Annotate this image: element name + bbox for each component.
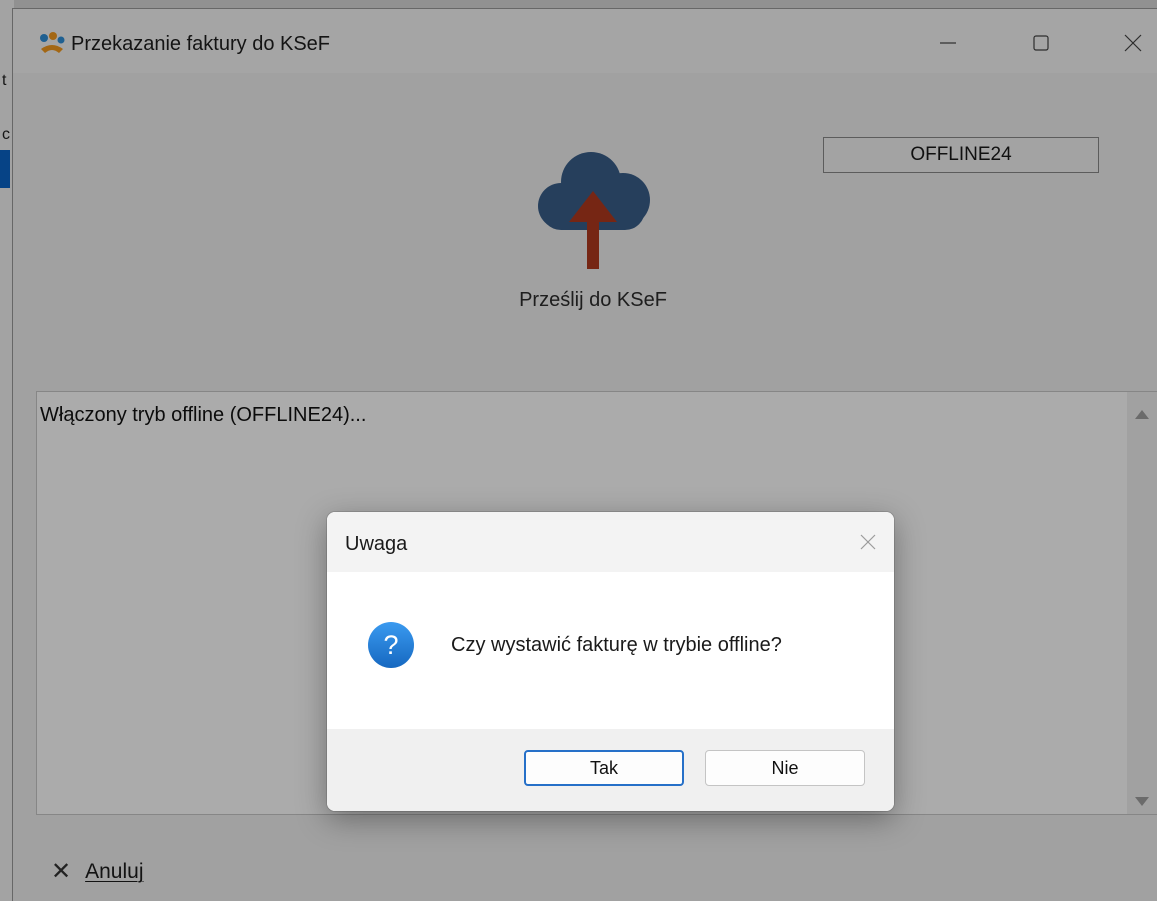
dialog-message: Czy wystawić fakturę w trybie offline?: [451, 634, 782, 656]
dialog-titlebar: Uwaga: [327, 512, 894, 572]
dialog-footer: Tak Nie: [327, 729, 894, 811]
question-icon: ?: [368, 622, 414, 668]
dialog-close-button[interactable]: [852, 526, 884, 558]
warning-dialog: Uwaga ? Czy wystawić fakturę w trybie of…: [327, 512, 894, 811]
screen: t c Przekazanie faktury do KSeF OFFLINE2…: [0, 0, 1157, 901]
dialog-title: Uwaga: [345, 533, 408, 555]
yes-button[interactable]: Tak: [524, 750, 684, 786]
svg-text:?: ?: [383, 630, 398, 660]
close-icon: [860, 534, 876, 550]
no-button[interactable]: Nie: [705, 750, 865, 786]
dialog-body: ? Czy wystawić fakturę w trybie offline?: [327, 572, 894, 729]
